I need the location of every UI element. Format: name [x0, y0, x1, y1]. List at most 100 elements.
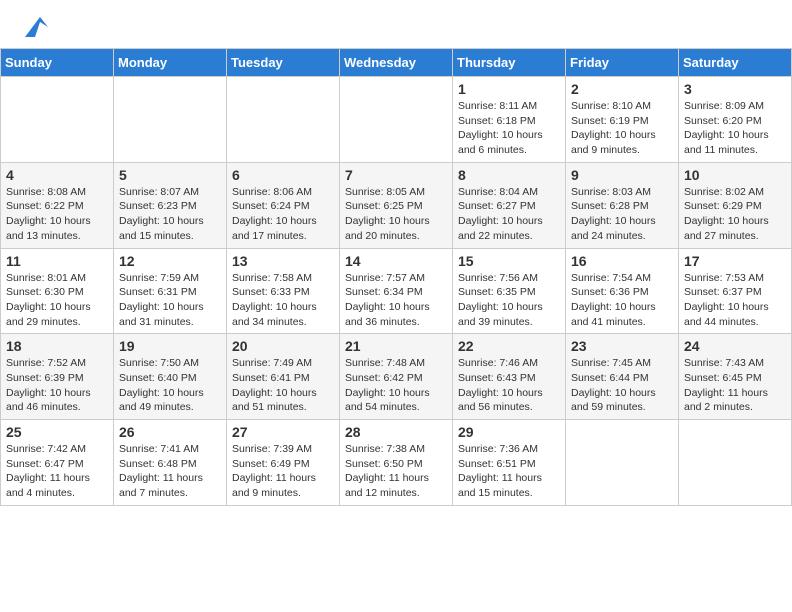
calendar-week-row: 18 Sunrise: 7:52 AM Sunset: 6:39 PM Dayli…	[1, 334, 792, 420]
calendar-cell: 7 Sunrise: 8:05 AM Sunset: 6:25 PM Daylig…	[340, 162, 453, 248]
calendar-day-header: Sunday	[1, 49, 114, 77]
day-number: 14	[345, 253, 447, 269]
day-info: Sunrise: 8:09 AM Sunset: 6:20 PM Dayligh…	[684, 99, 786, 158]
day-number: 22	[458, 338, 560, 354]
calendar-day-header: Tuesday	[227, 49, 340, 77]
day-number: 11	[6, 253, 108, 269]
calendar-cell: 3 Sunrise: 8:09 AM Sunset: 6:20 PM Daylig…	[679, 77, 792, 163]
day-number: 3	[684, 81, 786, 97]
calendar-day-header: Friday	[566, 49, 679, 77]
calendar-header-row: SundayMondayTuesdayWednesdayThursdayFrid…	[1, 49, 792, 77]
day-info: Sunrise: 8:11 AM Sunset: 6:18 PM Dayligh…	[458, 99, 560, 158]
calendar-cell: 2 Sunrise: 8:10 AM Sunset: 6:19 PM Daylig…	[566, 77, 679, 163]
day-info: Sunrise: 7:45 AM Sunset: 6:44 PM Dayligh…	[571, 356, 673, 415]
calendar-cell: 17 Sunrise: 7:53 AM Sunset: 6:37 PM Dayli…	[679, 248, 792, 334]
day-info: Sunrise: 7:36 AM Sunset: 6:51 PM Dayligh…	[458, 442, 560, 501]
day-number: 18	[6, 338, 108, 354]
day-info: Sunrise: 7:42 AM Sunset: 6:47 PM Dayligh…	[6, 442, 108, 501]
calendar-cell: 6 Sunrise: 8:06 AM Sunset: 6:24 PM Daylig…	[227, 162, 340, 248]
calendar-cell: 27 Sunrise: 7:39 AM Sunset: 6:49 PM Dayli…	[227, 420, 340, 506]
day-number: 27	[232, 424, 334, 440]
page-header	[0, 0, 792, 48]
day-info: Sunrise: 8:07 AM Sunset: 6:23 PM Dayligh…	[119, 185, 221, 244]
footer-note	[0, 516, 792, 524]
calendar-cell: 11Sunrise: 8:01 AM Sunset: 6:30 PM Dayli…	[1, 248, 114, 334]
day-number: 8	[458, 167, 560, 183]
day-info: Sunrise: 7:46 AM Sunset: 6:43 PM Dayligh…	[458, 356, 560, 415]
day-number: 10	[684, 167, 786, 183]
day-number: 7	[345, 167, 447, 183]
calendar-week-row: 11Sunrise: 8:01 AM Sunset: 6:30 PM Dayli…	[1, 248, 792, 334]
day-number: 12	[119, 253, 221, 269]
day-info: Sunrise: 7:59 AM Sunset: 6:31 PM Dayligh…	[119, 271, 221, 330]
day-info: Sunrise: 8:02 AM Sunset: 6:29 PM Dayligh…	[684, 185, 786, 244]
calendar-cell	[1, 77, 114, 163]
calendar-cell	[340, 77, 453, 163]
calendar-cell: 14 Sunrise: 7:57 AM Sunset: 6:34 PM Dayli…	[340, 248, 453, 334]
day-number: 21	[345, 338, 447, 354]
day-info: Sunrise: 7:49 AM Sunset: 6:41 PM Dayligh…	[232, 356, 334, 415]
calendar-cell: 15 Sunrise: 7:56 AM Sunset: 6:35 PM Dayli…	[453, 248, 566, 334]
calendar-cell: 16 Sunrise: 7:54 AM Sunset: 6:36 PM Dayli…	[566, 248, 679, 334]
day-number: 19	[119, 338, 221, 354]
day-info: Sunrise: 8:06 AM Sunset: 6:24 PM Dayligh…	[232, 185, 334, 244]
day-number: 9	[571, 167, 673, 183]
calendar-cell: 20 Sunrise: 7:49 AM Sunset: 6:41 PM Dayli…	[227, 334, 340, 420]
calendar-cell	[227, 77, 340, 163]
calendar-cell	[679, 420, 792, 506]
calendar-cell: 10 Sunrise: 8:02 AM Sunset: 6:29 PM Dayli…	[679, 162, 792, 248]
day-info: Sunrise: 7:57 AM Sunset: 6:34 PM Dayligh…	[345, 271, 447, 330]
calendar-cell: 26Sunrise: 7:41 AM Sunset: 6:48 PM Dayli…	[114, 420, 227, 506]
day-number: 15	[458, 253, 560, 269]
day-number: 13	[232, 253, 334, 269]
day-info: Sunrise: 7:52 AM Sunset: 6:39 PM Dayligh…	[6, 356, 108, 415]
calendar-week-row: 25 Sunrise: 7:42 AM Sunset: 6:47 PM Dayli…	[1, 420, 792, 506]
calendar-week-row: 1Sunrise: 8:11 AM Sunset: 6:18 PM Daylig…	[1, 77, 792, 163]
calendar-cell: 1Sunrise: 8:11 AM Sunset: 6:18 PM Daylig…	[453, 77, 566, 163]
calendar-cell: 5 Sunrise: 8:07 AM Sunset: 6:23 PM Daylig…	[114, 162, 227, 248]
day-number: 4	[6, 167, 108, 183]
day-number: 20	[232, 338, 334, 354]
calendar-cell: 19 Sunrise: 7:50 AM Sunset: 6:40 PM Dayli…	[114, 334, 227, 420]
calendar-cell: 29 Sunrise: 7:36 AM Sunset: 6:51 PM Dayli…	[453, 420, 566, 506]
day-number: 24	[684, 338, 786, 354]
day-info: Sunrise: 8:04 AM Sunset: 6:27 PM Dayligh…	[458, 185, 560, 244]
calendar-cell	[566, 420, 679, 506]
calendar-cell: 23 Sunrise: 7:45 AM Sunset: 6:44 PM Dayli…	[566, 334, 679, 420]
day-info: Sunrise: 7:56 AM Sunset: 6:35 PM Dayligh…	[458, 271, 560, 330]
day-number: 5	[119, 167, 221, 183]
day-info: Sunrise: 7:39 AM Sunset: 6:49 PM Dayligh…	[232, 442, 334, 501]
day-number: 16	[571, 253, 673, 269]
day-info: Sunrise: 8:03 AM Sunset: 6:28 PM Dayligh…	[571, 185, 673, 244]
day-info: Sunrise: 7:41 AM Sunset: 6:48 PM Dayligh…	[119, 442, 221, 501]
day-info: Sunrise: 7:38 AM Sunset: 6:50 PM Dayligh…	[345, 442, 447, 501]
day-info: Sunrise: 7:54 AM Sunset: 6:36 PM Dayligh…	[571, 271, 673, 330]
day-number: 2	[571, 81, 673, 97]
day-info: Sunrise: 8:05 AM Sunset: 6:25 PM Dayligh…	[345, 185, 447, 244]
day-number: 25	[6, 424, 108, 440]
calendar-cell: 25 Sunrise: 7:42 AM Sunset: 6:47 PM Dayli…	[1, 420, 114, 506]
day-info: Sunrise: 7:58 AM Sunset: 6:33 PM Dayligh…	[232, 271, 334, 330]
day-info: Sunrise: 7:43 AM Sunset: 6:45 PM Dayligh…	[684, 356, 786, 415]
calendar-day-header: Saturday	[679, 49, 792, 77]
day-info: Sunrise: 7:50 AM Sunset: 6:40 PM Dayligh…	[119, 356, 221, 415]
calendar-cell	[114, 77, 227, 163]
day-number: 17	[684, 253, 786, 269]
day-info: Sunrise: 7:53 AM Sunset: 6:37 PM Dayligh…	[684, 271, 786, 330]
day-number: 23	[571, 338, 673, 354]
calendar-day-header: Monday	[114, 49, 227, 77]
calendar-cell: 24 Sunrise: 7:43 AM Sunset: 6:45 PM Dayli…	[679, 334, 792, 420]
logo-icon	[20, 12, 50, 42]
calendar-cell: 12 Sunrise: 7:59 AM Sunset: 6:31 PM Dayli…	[114, 248, 227, 334]
day-info: Sunrise: 8:10 AM Sunset: 6:19 PM Dayligh…	[571, 99, 673, 158]
calendar-cell: 28Sunrise: 7:38 AM Sunset: 6:50 PM Dayli…	[340, 420, 453, 506]
calendar-table: SundayMondayTuesdayWednesdayThursdayFrid…	[0, 48, 792, 506]
calendar-day-header: Wednesday	[340, 49, 453, 77]
calendar-cell: 9 Sunrise: 8:03 AM Sunset: 6:28 PM Daylig…	[566, 162, 679, 248]
calendar-cell: 22 Sunrise: 7:46 AM Sunset: 6:43 PM Dayli…	[453, 334, 566, 420]
day-number: 6	[232, 167, 334, 183]
calendar-cell: 21Sunrise: 7:48 AM Sunset: 6:42 PM Dayli…	[340, 334, 453, 420]
logo	[16, 12, 50, 42]
calendar-cell: 4Sunrise: 8:08 AM Sunset: 6:22 PM Daylig…	[1, 162, 114, 248]
day-number: 29	[458, 424, 560, 440]
